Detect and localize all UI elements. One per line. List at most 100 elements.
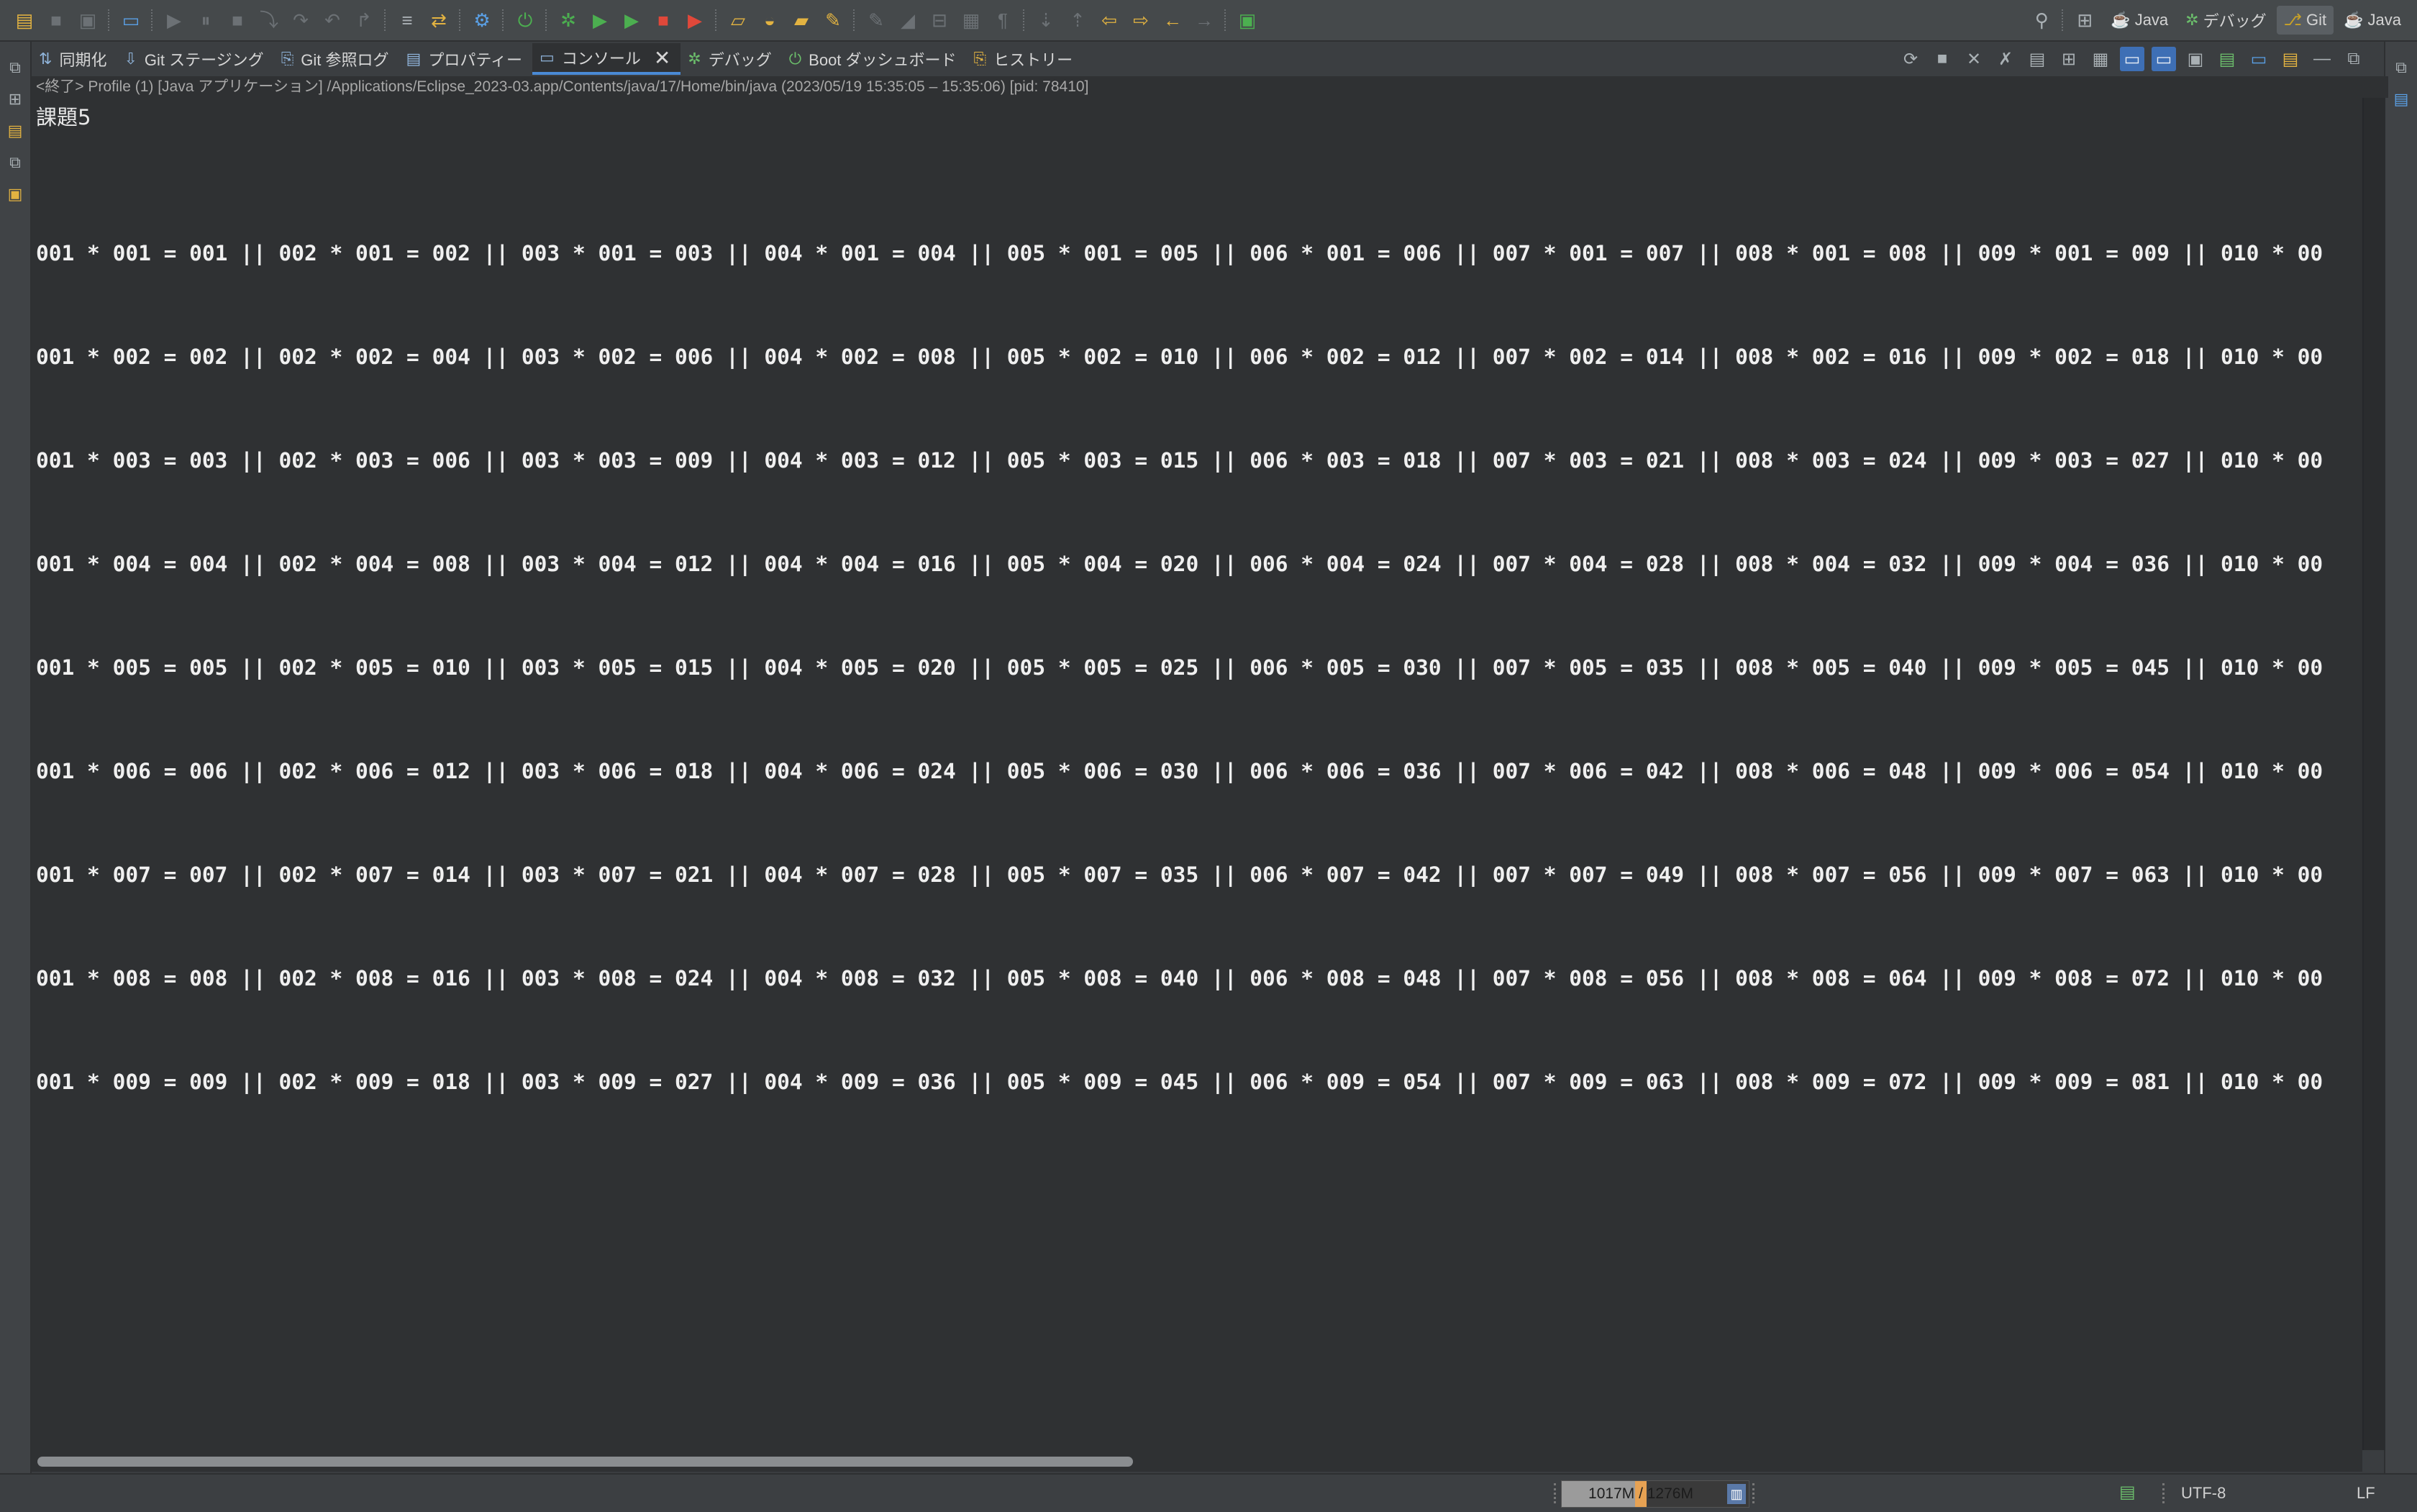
word-wrap-icon[interactable]: ▦ [2088,47,2113,71]
garbage-collect-icon[interactable]: ▥ [1727,1484,1746,1504]
perspective-java-2[interactable]: ☕ Java [2336,6,2408,35]
save-all-icon[interactable]: ▣ [75,7,101,33]
back-icon[interactable]: ← [1160,7,1185,33]
hierarchy-icon[interactable]: ▤ [5,121,25,141]
git-repositories-icon[interactable]: ▣ [5,184,25,204]
open-task-icon[interactable]: ▰ [788,7,814,33]
stop-icon[interactable]: ■ [650,7,676,33]
output-line: 001 * 005 = 005 || 002 * 005 = 010 || 00… [36,655,2323,680]
output-line: 001 * 006 = 006 || 002 * 006 = 012 || 00… [36,759,2323,783]
remove-all-icon[interactable]: ✗ [1993,47,2018,71]
toolbar-separator [715,9,718,31]
toggle-icon[interactable]: ◢ [895,7,921,33]
open-folder-icon[interactable]: ▱ [725,7,751,33]
coverage-icon[interactable]: ▶ [619,7,645,33]
next-edit-icon[interactable]: ⇨ [1128,7,1154,33]
horizontal-scrollbar[interactable] [32,1450,2362,1472]
terminate-icon[interactable]: ■ [1930,47,1954,71]
resume-icon[interactable]: ▶ [161,7,187,33]
perspective-git[interactable]: ⎇ Git [2276,6,2334,35]
block-icon[interactable]: ⊟ [927,7,952,33]
show-on-stdout-icon[interactable]: ▭ [2120,47,2144,71]
open-console-icon[interactable]: ▭ [2247,47,2271,71]
pin-icon[interactable]: ▣ [1234,7,1260,33]
tab-git-staging[interactable]: ⇩ Git ステージング [117,43,273,75]
heap-label: 1017M / 1276M [1588,1485,1693,1502]
open-file-icon[interactable]: ◒ [757,7,783,33]
vertical-scrollbar[interactable] [2362,98,2385,1450]
package-explorer-icon[interactable]: ⊞ [5,89,25,109]
tab-history[interactable]: ⎘ ヒストリー [967,43,1083,75]
forward-icon[interactable]: → [1191,7,1217,33]
tab-debug[interactable]: ✲ デバッグ [681,43,781,75]
new-console-icon[interactable]: ▤ [2278,47,2303,71]
drop-to-frame-icon[interactable]: ↱ [351,7,377,33]
boot-dashboard-icon: ⏻ [788,50,802,68]
new-icon[interactable]: ▤ [12,7,37,33]
heap-status[interactable]: 1017M / 1276M ▥ [1561,1480,1749,1508]
terminate-icon[interactable]: ■ [224,7,250,33]
view-tab-bar: ⇅ 同期化 ⇩ Git ステージング ⎘ Git 参照ログ ▤ プロパティー ▭… [32,42,2384,76]
minimize-icon[interactable]: — [2310,47,2334,71]
console-output[interactable]: 課題5 001 * 001 = 001 || 002 * 001 = 002 |… [32,98,2362,1450]
restore-icon-2[interactable]: ⧉ [5,152,25,173]
horizontal-scrollbar-thumb[interactable] [37,1457,1133,1467]
encoding-label[interactable]: UTF-8 [2181,1475,2226,1512]
toolbar-separator [384,9,387,31]
git-reflog-icon: ⎘ [281,50,294,68]
restore-icon[interactable]: ⧉ [2391,58,2411,78]
external-tools-icon[interactable]: ▶ [682,7,708,33]
debug-icon[interactable]: ✲ [555,7,581,33]
open-perspective-icon[interactable]: ⊞ [2072,7,2098,33]
line-delimiter-label[interactable]: LF [2357,1475,2375,1512]
block-icon-2[interactable]: ▦ [958,7,984,33]
step-into-icon[interactable]: ⤵ [256,7,282,33]
last-edit-icon[interactable]: ⇦ [1096,7,1122,33]
perspective-java[interactable]: ☕ Java [2103,6,2175,35]
restore-icon[interactable]: ⧉ [5,58,25,78]
scroll-lock-icon[interactable]: ⊞ [2057,47,2081,71]
toolbar-separator [151,9,154,31]
next-annotation-icon[interactable]: ⇣ [1033,7,1059,33]
output-line: 001 * 008 = 008 || 002 * 008 = 016 || 00… [36,966,2323,990]
search-icon[interactable]: ⚲ [2029,7,2054,33]
tab-properties[interactable]: ▤ プロパティー [399,43,532,75]
tab-label: 同期化 [59,51,107,69]
display-console-icon[interactable]: ▤ [2215,47,2239,71]
git-status-icon[interactable]: ▤ [2119,1483,2142,1502]
step-over-icon[interactable]: ↷ [288,7,314,33]
settings-icon[interactable]: ⚙ [469,7,495,33]
perspective-label: Java [2367,11,2401,29]
run-icon[interactable]: ▶ [587,7,613,33]
close-icon[interactable]: ✕ [654,46,670,70]
open-type-icon[interactable]: ⇄ [426,7,452,33]
boot-icon[interactable]: ⏻ [512,7,538,33]
sync-icon[interactable]: ⟳ [1898,47,1923,71]
remove-launch-icon[interactable]: ✕ [1962,47,1986,71]
tab-console[interactable]: ▭ コンソール ✕ [532,43,681,75]
toolbar-separator [108,9,111,31]
pin-console-icon[interactable]: ▣ [2183,47,2208,71]
tab-boot-dashboard[interactable]: ⏻ Boot ダッシュボード [782,43,967,75]
toolbar-icons: ▤ ■ ▣ ▭ ▶ ⏸ ■ ⤵ ↷ ↶ ↱ ≡ ⇄ ⚙ ⏻ ✲ ▶ ▶ ■ ▶ … [0,0,1263,40]
suspend-icon[interactable]: ⏸ [193,7,219,33]
show-on-stderr-icon[interactable]: ▭ [2152,47,2176,71]
toolbar-separator [502,9,505,31]
tab-sync[interactable]: ⇅ 同期化 [32,43,117,75]
step-return-icon[interactable]: ↶ [319,7,345,33]
save-icon[interactable]: ■ [43,7,69,33]
maximize-icon[interactable]: ⧉ [2341,47,2366,71]
pen-icon[interactable]: ✎ [820,7,846,33]
pilcrow-icon[interactable]: ¶ [990,7,1016,33]
perspective-debug[interactable]: ✲ デバッグ [2178,6,2273,35]
use-step-filters-icon[interactable]: ≡ [394,7,420,33]
console-launch-description: <終了> Profile (1) [Java アプリケーション] /Applic… [32,76,2388,98]
console-icon[interactable]: ▭ [118,7,144,33]
output-line: 001 * 003 = 003 || 002 * 003 = 006 || 00… [36,448,2323,473]
clear-console-icon[interactable]: ▤ [2025,47,2049,71]
tab-git-reflog[interactable]: ⎘ Git 参照ログ [274,43,399,75]
outline-icon[interactable]: ▤ [2391,89,2411,109]
output-line: 001 * 004 = 004 || 002 * 004 = 008 || 00… [36,552,2323,576]
annotation-icon[interactable]: ✎ [863,7,889,33]
prev-annotation-icon[interactable]: ⇡ [1065,7,1091,33]
